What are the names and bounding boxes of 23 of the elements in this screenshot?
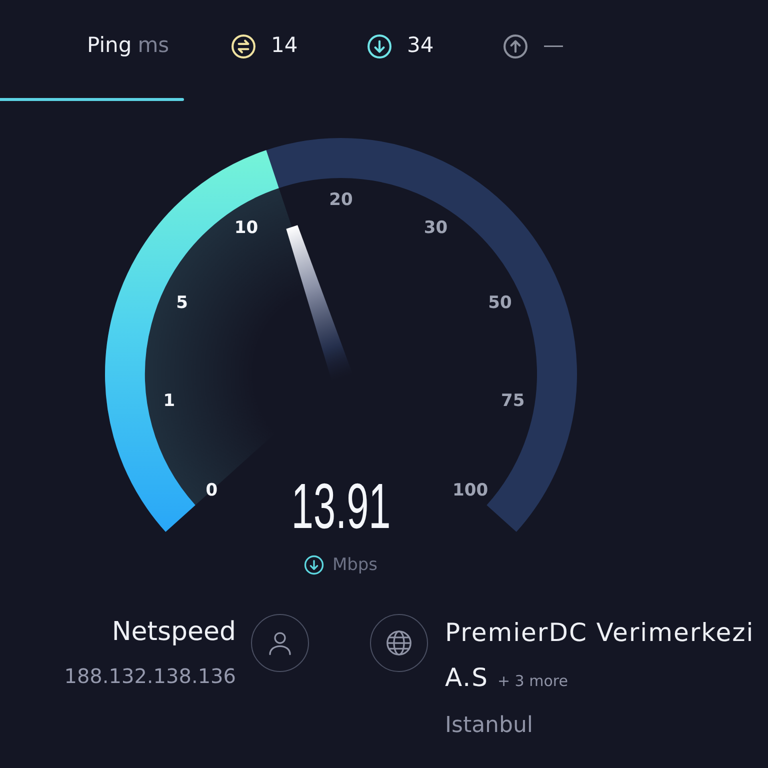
globe-icon (370, 614, 428, 672)
speed-value: 13.91 (291, 474, 391, 538)
server-location: Istanbul (445, 712, 534, 740)
tick-label: 0 (206, 480, 218, 500)
speed-unit: Mbps (332, 555, 378, 575)
provider-name: Netspeed (112, 616, 236, 649)
person-icon (251, 614, 309, 672)
tick-label: 100 (452, 480, 488, 500)
ping-value: — (543, 32, 564, 60)
ping-unit: ms (138, 32, 170, 60)
ping-value: 34 (407, 32, 434, 60)
tick-label: 10 (234, 218, 258, 238)
tick-label: 30 (424, 218, 448, 238)
tick-label: 1 (163, 391, 176, 412)
ip-address: 188.132.138.136 (64, 663, 236, 690)
ping-label: Ping (87, 32, 132, 60)
server-name: PremierDC Verimerkezi A.S + 3 more (445, 617, 756, 694)
tick-label: 50 (488, 293, 512, 314)
tick-label: 20 (329, 190, 353, 210)
ping-value: 14 (271, 32, 298, 60)
tick-label: 5 (176, 293, 188, 314)
more-servers-link[interactable]: + 3 more (497, 672, 568, 690)
tick-label: 75 (501, 391, 525, 412)
